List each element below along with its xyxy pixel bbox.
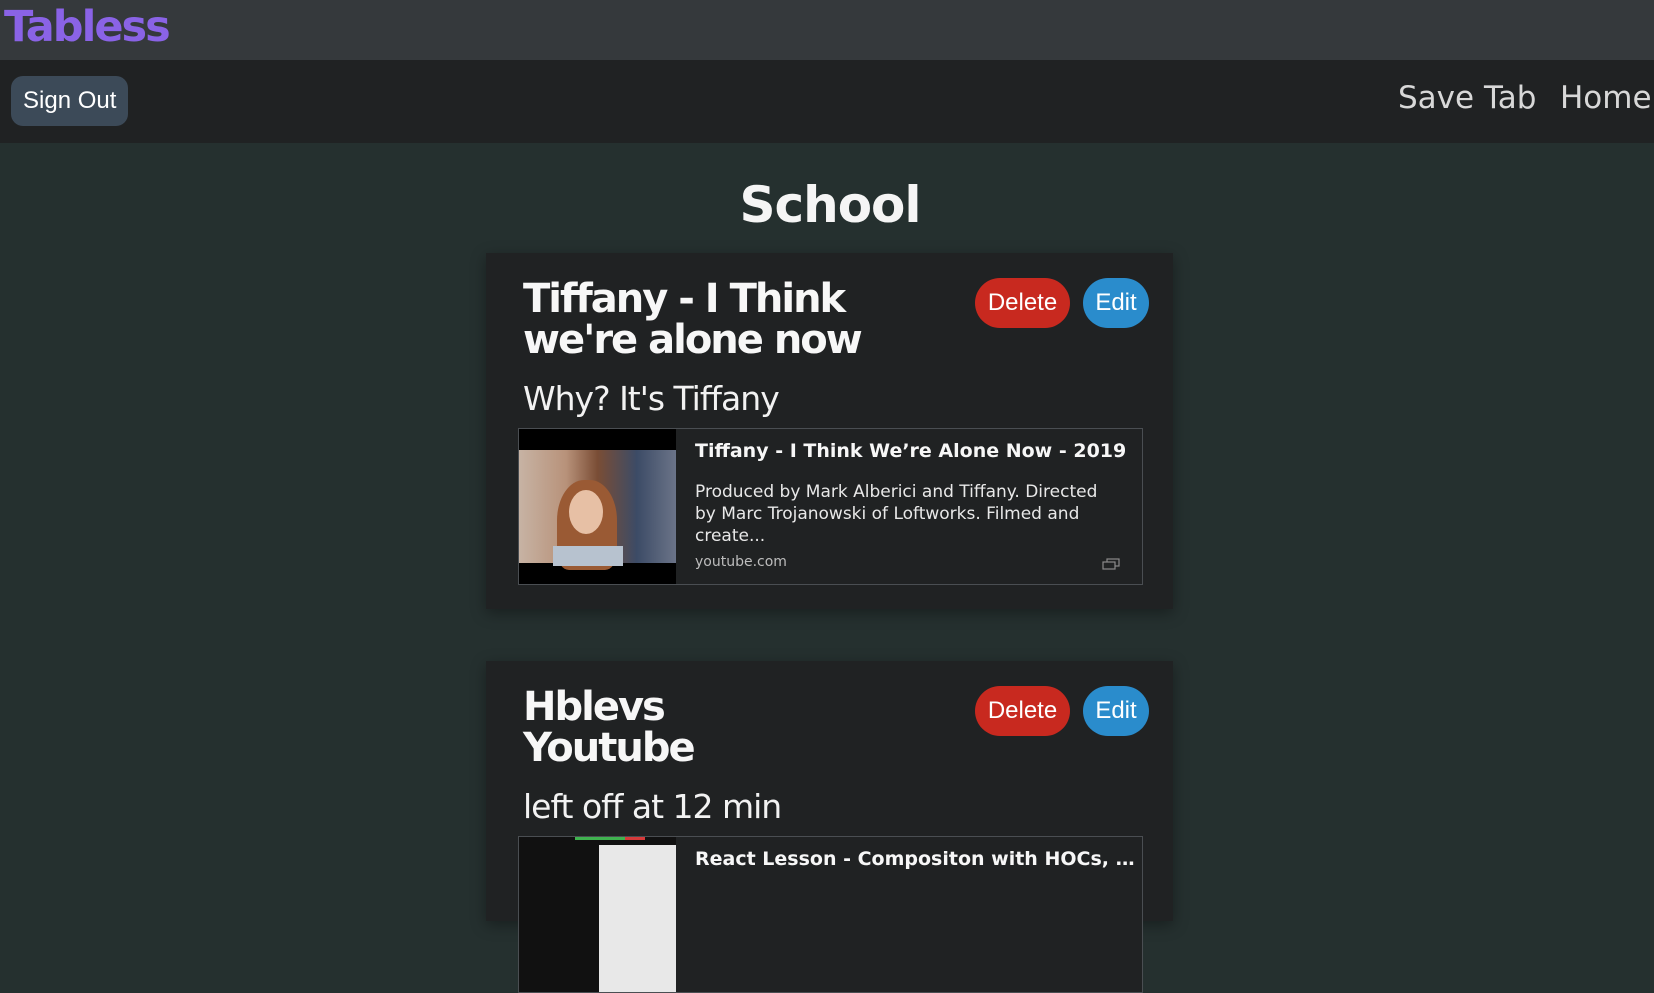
- nav-link-home[interactable]: Home: [1560, 80, 1652, 116]
- thumbnail-photo: [519, 450, 676, 570]
- card-note: left off at 12 min: [523, 787, 782, 826]
- thumbnail-shirt: [553, 546, 623, 566]
- app-logo[interactable]: Tabless: [4, 2, 171, 52]
- link-preview[interactable]: React Lesson - Compositon with HOCs, Ren…: [518, 836, 1143, 993]
- thumbnail-progress-bar: [575, 837, 625, 840]
- page-title: School: [739, 176, 921, 234]
- preview-title: React Lesson - Compositon with HOCs, Ren…: [695, 848, 1135, 870]
- tab-card: Hblevs Youtube Delete Edit left off at 1…: [486, 661, 1173, 993]
- delete-button[interactable]: Delete: [975, 686, 1070, 736]
- card-title: Hblevs Youtube: [523, 684, 696, 771]
- nav-bar: Sign Out Save Tab Home: [0, 60, 1654, 143]
- thumbnail-document: [599, 845, 676, 992]
- delete-button[interactable]: Delete: [975, 278, 1070, 328]
- preview-description: Produced by Mark Alberici and Tiffany. D…: [695, 482, 1098, 546]
- edit-button[interactable]: Edit: [1083, 686, 1149, 736]
- preview-domain: youtube.com: [695, 554, 787, 570]
- edit-button[interactable]: Edit: [1083, 278, 1149, 328]
- nav-link-save-tab[interactable]: Save Tab: [1398, 80, 1536, 116]
- card-note: Why? It's Tiffany: [523, 379, 780, 418]
- preview-title: Tiffany - I Think We’re Alone Now - 2019: [695, 440, 1127, 462]
- external-link-icon: [1102, 558, 1120, 570]
- link-preview[interactable]: Tiffany - I Think We’re Alone Now - 2019…: [518, 428, 1143, 585]
- top-bar: Tabless: [0, 0, 1654, 60]
- sign-out-button[interactable]: Sign Out: [11, 76, 129, 126]
- card-title: Tiffany - I Think we're alone now: [523, 276, 863, 363]
- thumbnail-face: [569, 490, 603, 534]
- video-thumbnail: [519, 837, 676, 992]
- video-thumbnail: [519, 429, 676, 584]
- tab-card: Tiffany - I Think we're alone now Delete…: [486, 253, 1173, 609]
- thumbnail-progress-marker: [625, 837, 645, 840]
